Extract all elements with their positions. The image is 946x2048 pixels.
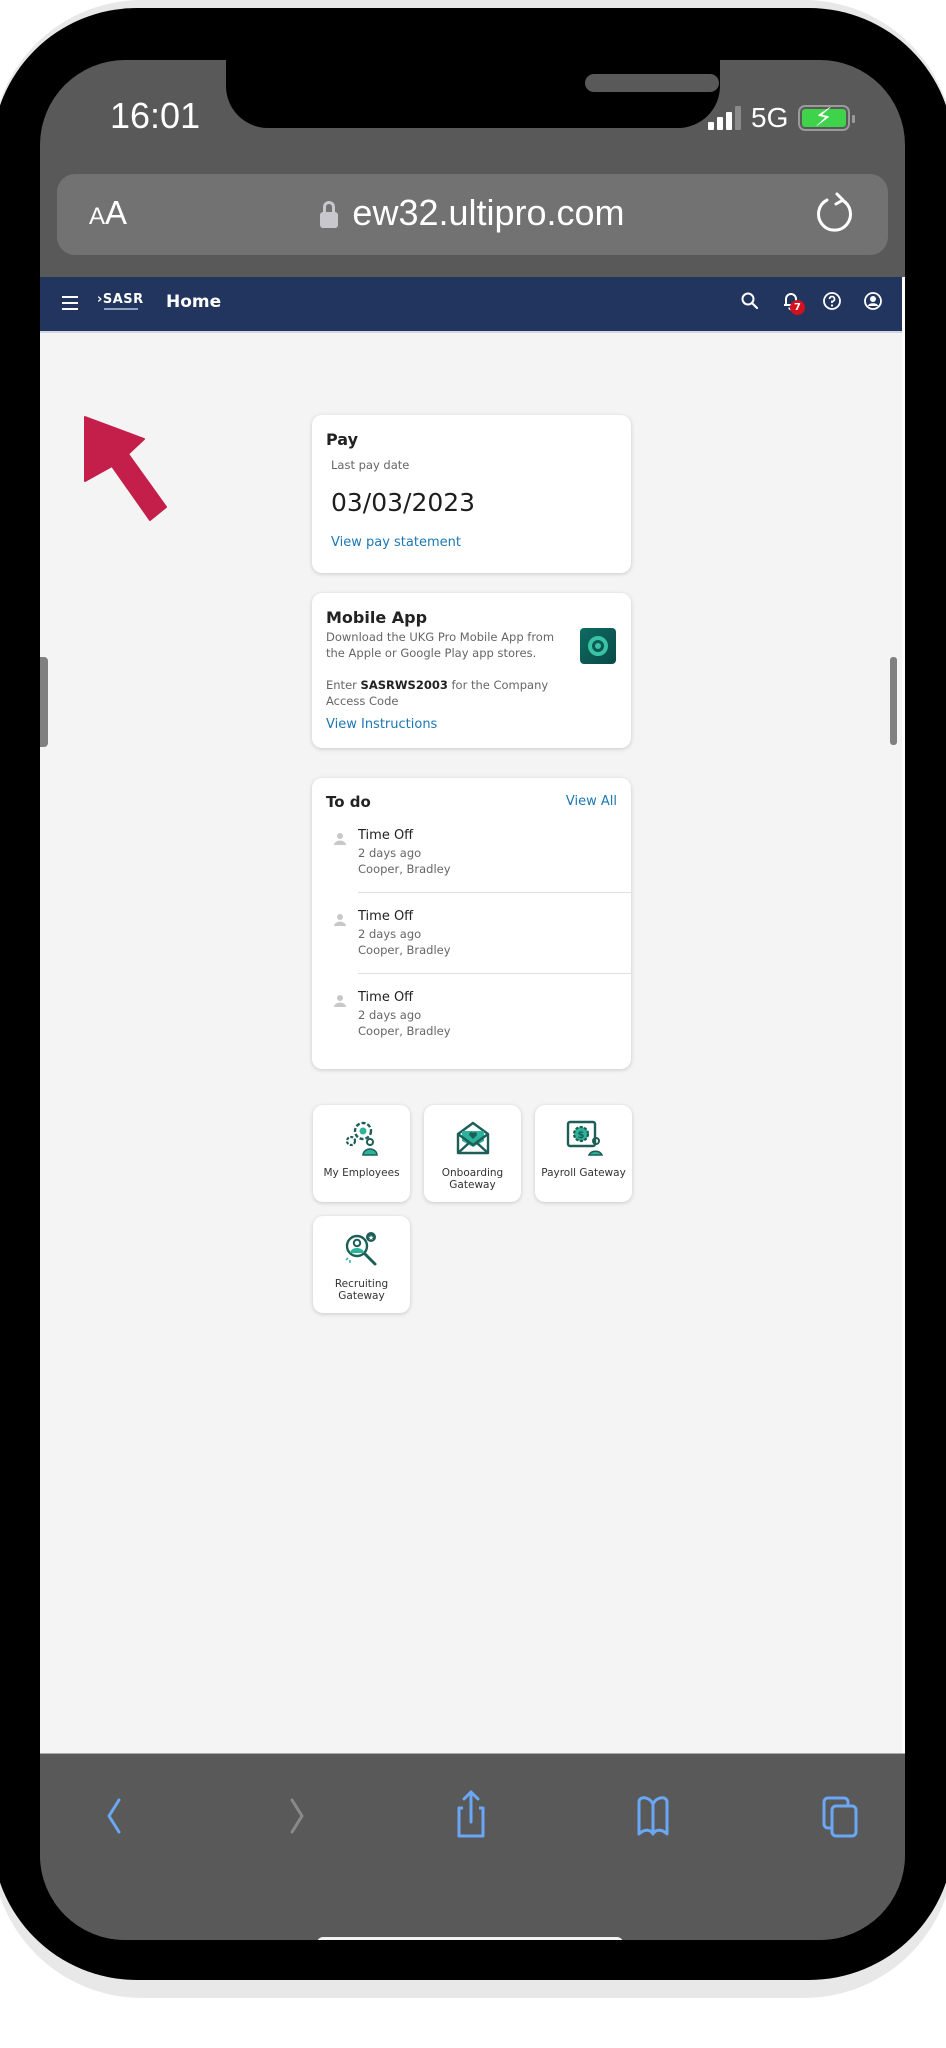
share-icon[interactable] bbox=[441, 1784, 501, 1844]
person-icon bbox=[334, 995, 346, 1007]
mobile-app-title: Mobile App bbox=[326, 608, 428, 627]
tabs-icon[interactable] bbox=[810, 1784, 870, 1844]
status-time: 16:01 bbox=[110, 95, 201, 136]
page-title: Home bbox=[166, 292, 222, 312]
company-access-code-text: Enter SASRWS2003 for the Company Access … bbox=[326, 678, 549, 708]
tile-payroll-gateway[interactable]: $ Payroll Gateway bbox=[535, 1105, 632, 1202]
network-type: 5G bbox=[751, 102, 789, 133]
todo-item-name: Cooper, Bradley bbox=[358, 943, 451, 957]
status-indicators: 5G ⚡ bbox=[708, 102, 856, 134]
reload-icon[interactable] bbox=[810, 190, 858, 238]
tile-label: Recruiting Gateway bbox=[334, 1278, 389, 1302]
view-instructions-link[interactable]: View Instructions bbox=[326, 717, 437, 732]
pay-card: Pay Last pay date 03/03/2023 View pay st… bbox=[312, 415, 631, 573]
svg-text:$: $ bbox=[578, 1130, 585, 1141]
top-navbar: ›SASR Home 7 bbox=[40, 277, 902, 333]
notifications-button[interactable]: 7 bbox=[780, 290, 805, 315]
navbar-actions: 7 bbox=[739, 290, 884, 315]
todo-item[interactable]: Time Off 2 days ago Cooper, Bradley bbox=[312, 902, 631, 983]
scrollbar[interactable] bbox=[890, 657, 897, 745]
help-icon[interactable] bbox=[821, 290, 843, 312]
forward-icon[interactable] bbox=[268, 1784, 328, 1844]
signal-icon bbox=[708, 106, 741, 130]
tile-label: My Employees bbox=[323, 1167, 400, 1179]
charging-bolt-icon: ⚡ bbox=[814, 103, 833, 133]
browser-toolbar bbox=[40, 1753, 905, 1940]
tile-label: Onboarding Gateway bbox=[441, 1167, 504, 1191]
person-icon bbox=[334, 914, 346, 926]
recruiting-search-icon: ★ bbox=[345, 1232, 377, 1266]
todo-item[interactable]: Time Off 2 days ago Cooper, Bradley bbox=[312, 983, 631, 1064]
divider bbox=[358, 973, 631, 974]
mobile-app-description: Download the UKG Pro Mobile App from the… bbox=[326, 630, 555, 660]
url-text: ew32.ultipro.com bbox=[352, 192, 625, 233]
todo-item-time: 2 days ago bbox=[358, 1008, 422, 1022]
ukg-app-icon bbox=[580, 628, 616, 664]
phone-screen: 16:01 5G ⚡ AA ew32.ultipro.com ›SASR Hom… bbox=[40, 60, 905, 1940]
logo-tagline bbox=[104, 308, 138, 310]
view-pay-statement-link[interactable]: View pay statement bbox=[331, 535, 461, 550]
tile-my-employees[interactable]: My Employees bbox=[313, 1105, 410, 1202]
company-logo[interactable]: ›SASR bbox=[97, 292, 144, 307]
company-access-code: SASRWS2003 bbox=[360, 678, 448, 692]
envelope-heart-icon bbox=[456, 1121, 490, 1155]
todo-item-title: Time Off bbox=[358, 828, 414, 843]
camera bbox=[760, 70, 786, 96]
todo-item-time: 2 days ago bbox=[358, 927, 422, 941]
svg-text:★: ★ bbox=[368, 1234, 374, 1242]
last-pay-date-label: Last pay date bbox=[331, 458, 410, 472]
lock-icon bbox=[320, 201, 339, 228]
url-display[interactable]: ew32.ultipro.com bbox=[57, 192, 888, 234]
tile-label: Payroll Gateway bbox=[541, 1167, 626, 1179]
back-icon[interactable] bbox=[83, 1784, 143, 1844]
todo-item-title: Time Off bbox=[358, 990, 414, 1005]
web-app: ›SASR Home 7 Pay Last pay date 03/03/202… bbox=[40, 277, 905, 1753]
address-bar[interactable]: AA ew32.ultipro.com bbox=[57, 174, 888, 255]
notch bbox=[226, 60, 786, 128]
battery-icon: ⚡ bbox=[798, 103, 856, 133]
speaker bbox=[585, 74, 719, 92]
todo-item-title: Time Off bbox=[358, 909, 414, 924]
notification-badge: 7 bbox=[790, 300, 805, 315]
todo-item-time: 2 days ago bbox=[358, 846, 422, 860]
person-icon bbox=[334, 833, 346, 845]
tile-recruiting-gateway[interactable]: ★ Recruiting Gateway bbox=[313, 1216, 410, 1313]
side-handle-left bbox=[40, 657, 48, 747]
account-icon[interactable] bbox=[862, 290, 884, 312]
hamburger-menu-icon[interactable] bbox=[62, 296, 78, 310]
search-icon[interactable] bbox=[739, 290, 761, 312]
pay-title: Pay bbox=[326, 430, 359, 449]
home-indicator[interactable] bbox=[317, 1937, 623, 1940]
bookmarks-icon[interactable] bbox=[623, 1784, 683, 1844]
todo-item-name: Cooper, Bradley bbox=[358, 1024, 451, 1038]
todo-item[interactable]: Time Off 2 days ago Cooper, Bradley bbox=[312, 821, 631, 902]
employees-gear-icon bbox=[345, 1121, 378, 1156]
last-pay-date-value: 03/03/2023 bbox=[331, 488, 476, 517]
todo-title: To do bbox=[326, 793, 371, 811]
payroll-gear-icon: $ bbox=[566, 1120, 603, 1156]
view-all-link[interactable]: View All bbox=[566, 794, 617, 809]
todo-item-name: Cooper, Bradley bbox=[358, 862, 451, 876]
todo-card: To do View All Time Off 2 days ago Coope… bbox=[312, 778, 631, 1069]
tile-onboarding-gateway[interactable]: Onboarding Gateway bbox=[424, 1105, 521, 1202]
mobile-app-card: Mobile App Download the UKG Pro Mobile A… bbox=[312, 593, 631, 748]
divider bbox=[358, 892, 631, 893]
annotation-arrow bbox=[84, 416, 167, 521]
